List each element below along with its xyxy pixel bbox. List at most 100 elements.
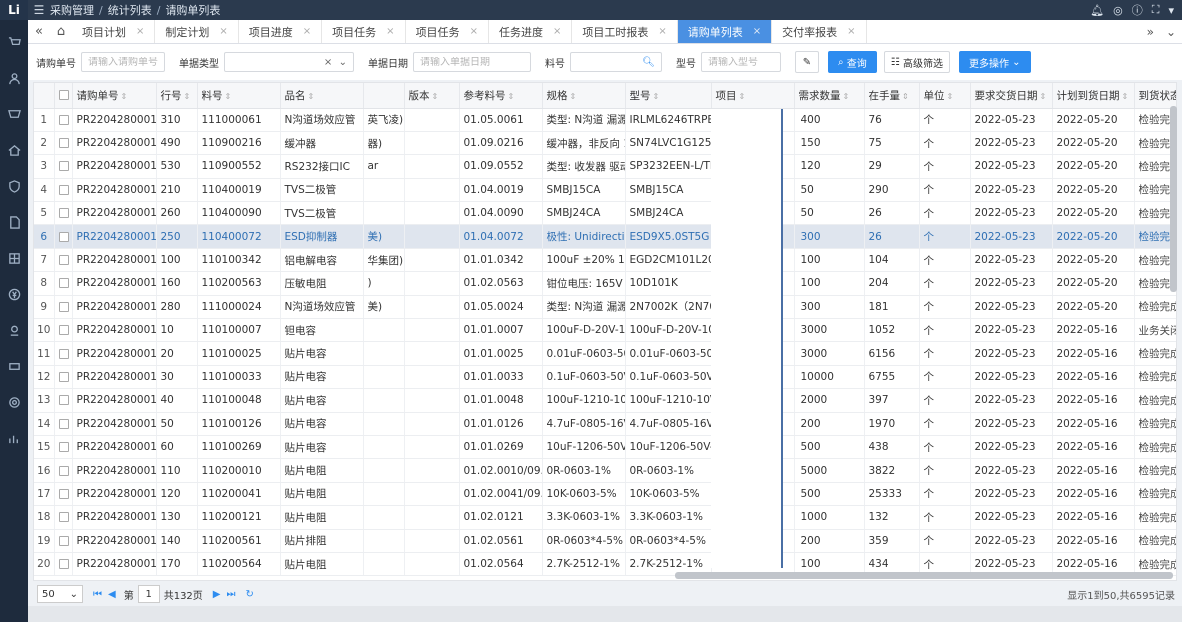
table-row[interactable]: 1 PR2204280001 310 111000061 N沟道场效应管 英飞凌) 01.0… [34,108,1176,132]
close-icon[interactable]: × [303,26,311,37]
checkbox[interactable] [58,488,69,499]
tab-project-task-2[interactable]: 项目任务 × [406,20,489,43]
tab-project-plan[interactable]: 项目计划 × [72,20,156,43]
model-input[interactable] [708,56,774,68]
sort-icon[interactable]: ⇕ [570,92,577,101]
checkbox[interactable] [58,90,69,101]
row-select[interactable] [54,224,73,249]
header-unit[interactable]: 单位 ⇕ [919,83,971,109]
sidebar-yen-icon[interactable] [0,280,28,308]
header-ref-part[interactable]: 参考料号 ⇕ [459,83,543,109]
vertical-scrollbar[interactable] [1170,106,1177,292]
tab-work-hours[interactable]: 项目工时报表 × [572,20,678,43]
close-icon[interactable]: × [219,26,227,37]
row-select[interactable] [54,201,73,226]
checkbox[interactable] [58,371,69,382]
table-row[interactable]: 13 PR2204280001 40 110100048 贴片电容 01.01.0048 1… [34,388,1176,413]
tab-task-progress[interactable]: 任务进度 × [489,20,573,43]
header-spec[interactable]: 规格 ⇕ [542,83,626,109]
row-select[interactable] [54,271,73,296]
sidebar-doc-icon[interactable] [0,208,28,236]
table-row[interactable]: 17 PR2204280001 120 110200041 贴片电阻 01.02.0041… [34,482,1176,507]
close-icon[interactable]: × [658,26,666,37]
sort-icon[interactable]: ⇕ [184,92,191,101]
checkbox[interactable] [58,184,69,195]
tab-delivery-rate[interactable]: 交付率报表 × [772,20,867,43]
user-dropdown-icon[interactable]: ▾ [1168,4,1174,17]
page-number-input[interactable]: 1 [137,585,160,603]
sidebar-location-icon[interactable] [0,316,28,344]
header-version[interactable]: 版本 ⇕ [404,83,460,109]
table-row[interactable]: 8 PR2204280001 160 110200563 压敏电阻) 01.02.0563… [34,271,1176,296]
header-model[interactable]: 型号 ⇕ [625,83,712,109]
sort-icon[interactable]: ⇕ [902,92,909,101]
table-row[interactable]: 7 PR2204280001 100 110100342 铝电解电容 华集团) 01.01.… [34,248,1176,273]
checkbox[interactable] [58,255,69,266]
row-select[interactable] [54,435,73,460]
page-size-select[interactable]: 50 ⌄ [37,585,83,603]
tab-project-progress[interactable]: 项目进度 × [239,20,323,43]
advanced-filter-button[interactable]: ☷ 高级筛选 [883,51,950,73]
horizontal-scrollbar[interactable] [675,572,1173,579]
header-project[interactable]: 项目 ⇕ [711,83,795,109]
sort-icon[interactable]: ⇕ [739,92,746,101]
header-select-all[interactable] [54,83,73,109]
checkbox[interactable] [58,301,69,312]
order-no-input[interactable] [88,56,158,68]
sort-icon[interactable]: ⇕ [653,92,660,101]
checkbox[interactable] [58,395,69,406]
row-select[interactable] [54,458,73,483]
sort-icon[interactable]: ⇕ [225,92,232,101]
checkbox[interactable] [58,325,69,336]
tab-make-plan[interactable]: 制定计划 × [155,20,239,43]
checkbox[interactable] [58,161,69,172]
tabs-forward-icon[interactable]: » [1147,25,1154,39]
table-row[interactable]: 19 PR2204280001 140 110200561 贴片排阻 01.02.0561… [34,529,1176,553]
sort-icon[interactable]: ⇕ [947,92,954,101]
row-select[interactable] [54,248,73,273]
row-select[interactable] [54,154,73,179]
sort-icon[interactable]: ⇕ [843,92,850,101]
prev-page-icon[interactable]: ◀ [108,589,116,600]
more-actions-button[interactable]: 更多操作 ⌄ [958,51,1031,73]
hamburger-menu-icon[interactable]: ☰ [28,3,50,17]
chevron-down-icon[interactable]: ⌄ [339,57,347,68]
sidebar-cart-icon[interactable] [0,28,28,56]
tabs-back-icon[interactable]: « [28,20,50,43]
tab-purchase-request-list[interactable]: 请购单列表 × [677,20,773,43]
checkbox[interactable] [58,231,69,242]
breadcrumb-item[interactable]: 统计列表 [108,4,152,17]
table-row[interactable]: 4 PR2204280001 210 110400019 TVS二极管 01.04.001… [34,178,1176,203]
chevron-down-icon[interactable]: ⌄ [1166,25,1176,39]
row-select[interactable] [54,529,73,553]
clear-icon[interactable]: × [324,57,332,68]
row-select[interactable] [54,295,73,320]
table-row[interactable]: 16 PR2204280001 110 110200010 贴片电阻 01.02.0010… [34,458,1176,483]
checkbox[interactable] [58,442,69,453]
sort-icon[interactable]: ⇕ [508,92,515,101]
table-row[interactable]: 15 PR2204280001 60 110100269 贴片电容 01.01.0269 1… [34,435,1176,460]
refresh-icon[interactable]: ↻ [246,589,254,600]
header-req-qty[interactable]: 需求数量 ⇕ [794,83,865,109]
checkbox[interactable] [58,559,69,570]
checkbox[interactable] [58,138,69,149]
sort-icon[interactable]: ⇕ [1040,92,1047,101]
first-page-icon[interactable]: ⏮ [93,589,102,600]
row-select[interactable] [54,341,73,366]
row-select[interactable] [54,505,73,530]
query-button[interactable]: ⌕ 查询 [828,51,877,73]
sidebar-home-icon[interactable] [0,136,28,164]
sort-icon[interactable]: ⇕ [432,92,439,101]
sidebar-grid-icon[interactable] [0,244,28,272]
doc-date-input[interactable] [420,56,524,68]
table-row[interactable]: 9 PR2204280001 280 111000024 N沟道场效应管 美) 01.05.… [34,295,1176,320]
row-select[interactable] [54,108,73,132]
sidebar-chart-icon[interactable] [0,424,28,452]
header-line[interactable]: 行号 ⇕ [156,83,198,109]
clear-filter-button[interactable]: ✎ [795,51,819,73]
checkbox[interactable] [58,465,69,476]
fullscreen-icon[interactable]: ⛶ [1152,3,1160,17]
table-row[interactable]: 10 PR2204280001 10 110100007 钽电容 01.01.0007 10… [34,318,1176,343]
sidebar-shield-icon[interactable] [0,172,28,200]
checkbox[interactable] [58,512,69,523]
